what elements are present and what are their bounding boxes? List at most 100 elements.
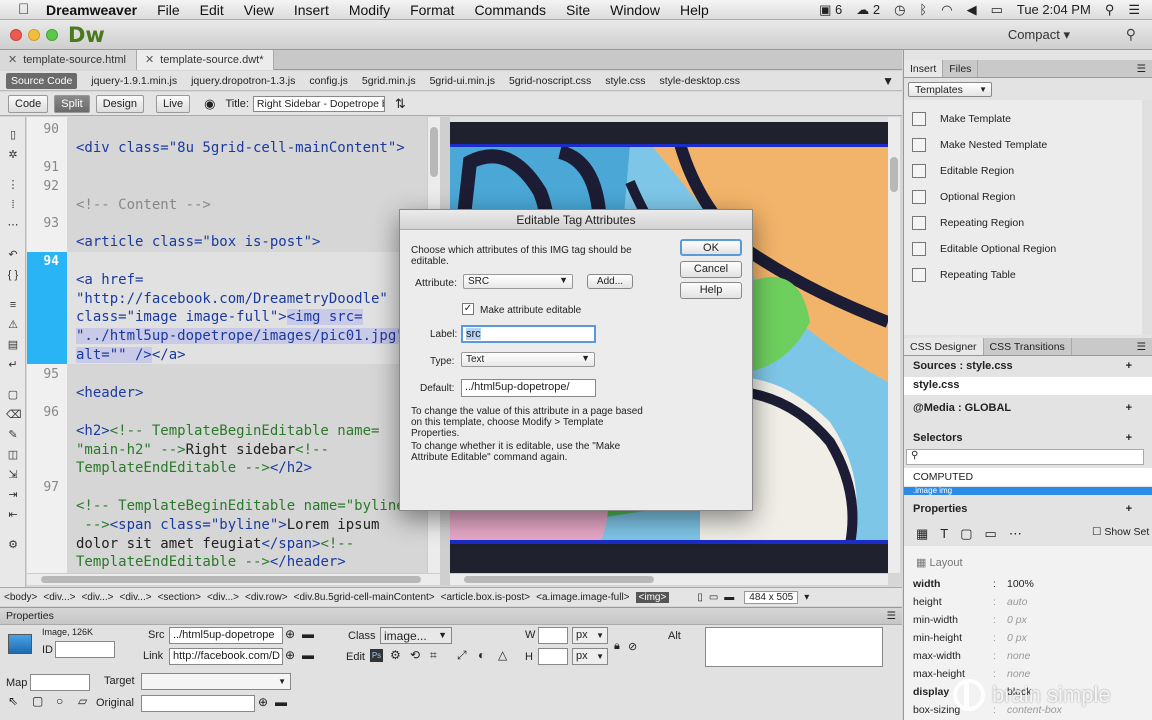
live-view-button[interactable]: Live — [155, 94, 191, 113]
insert-make-nested-template[interactable]: Make Nested Template — [912, 138, 1047, 152]
clock-text[interactable]: Tue 2:04 PM — [1017, 2, 1091, 17]
clock-icon[interactable]: ◷ — [894, 2, 905, 18]
add-source-icon[interactable]: + — [1126, 360, 1132, 372]
brightness-contrast-icon[interactable]: ◐ — [478, 648, 485, 662]
mobile-size-icon[interactable]: ▯ — [697, 592, 703, 603]
design-view-button[interactable]: Design — [95, 94, 144, 113]
cloud-icon[interactable]: ☁ 2 — [856, 2, 880, 18]
tag-selector-item[interactable]: <body> — [4, 592, 37, 603]
panel-menu-icon[interactable]: ☰ — [1131, 338, 1152, 355]
width-input[interactable] — [538, 627, 568, 644]
tablet-size-icon[interactable]: ▭ — [709, 592, 718, 603]
globe-icon[interactable]: ◉ — [204, 96, 215, 112]
menu-window[interactable]: Window — [610, 2, 660, 18]
more-icon[interactable]: ⋯ — [1009, 526, 1022, 542]
tag-selector-item[interactable]: <a.image.image-full> — [536, 592, 629, 603]
insert-repeating-region[interactable]: Repeating Region — [912, 216, 1024, 230]
panel-menu-icon[interactable]: ☰ — [1131, 60, 1152, 77]
menu-commands[interactable]: Commands — [474, 2, 546, 18]
bluetooth-icon[interactable]: ᛒ — [919, 2, 927, 17]
highlight-invalid-code-icon[interactable]: ⚠ — [6, 319, 20, 331]
menu-help[interactable]: Help — [680, 2, 709, 18]
border-icon[interactable]: ▢ — [960, 526, 972, 542]
menu-insert[interactable]: Insert — [294, 2, 329, 18]
code-view-button[interactable]: Code — [8, 94, 49, 113]
indent-code-icon[interactable]: ⇥ — [6, 489, 20, 501]
css-property-row[interactable]: max-width: none — [913, 647, 1143, 665]
add-selector-icon[interactable]: + — [1126, 432, 1132, 444]
css-property-row[interactable]: min-width:0 px — [913, 611, 1143, 629]
line-numbers-icon[interactable]: ≡ — [6, 299, 20, 311]
split-view-button[interactable]: Split — [54, 94, 90, 113]
scrollbar-thumb[interactable] — [41, 576, 421, 583]
menu-modify[interactable]: Modify — [349, 2, 390, 18]
outdent-code-icon[interactable]: ⇤ — [6, 509, 20, 521]
chevron-down-icon[interactable]: ▾ — [804, 592, 809, 603]
close-window-button[interactable] — [10, 29, 22, 41]
attribute-select[interactable]: SRC ▼ — [463, 274, 573, 289]
insert-category-select[interactable]: Templates ▼ — [908, 82, 992, 97]
insert-editable-optional-region[interactable]: Editable Optional Region — [912, 242, 1056, 256]
id-input[interactable] — [55, 641, 115, 658]
height-input[interactable] — [538, 648, 568, 665]
spotlight-icon[interactable]: ⚲ — [1105, 2, 1115, 18]
extras-icon[interactable]: ▣ 6 — [819, 2, 842, 18]
edit-image-settings-icon[interactable]: ⚙ — [390, 648, 401, 662]
related-file[interactable]: jquery-1.9.1.min.js — [91, 75, 177, 87]
related-file[interactable]: jquery.dropotron-1.3.js — [191, 75, 295, 87]
desktop-size-icon[interactable]: ▬ — [724, 592, 734, 603]
lock-icon[interactable]: 🔒︎ — [614, 640, 620, 653]
filter-icon[interactable]: ▼ — [882, 74, 894, 88]
text-icon[interactable]: T — [940, 526, 948, 542]
apple-icon[interactable]:  — [18, 2, 32, 17]
default-input[interactable]: ../html5up-dopetrope/ — [461, 379, 596, 397]
sharpen-icon[interactable]: △ — [498, 648, 507, 662]
recent-snippets-icon[interactable]: ◫ — [6, 449, 20, 461]
polygon-hotspot-icon[interactable]: ▱ — [78, 694, 87, 708]
point-to-file-icon[interactable]: ⊕ — [285, 648, 295, 662]
menu-file[interactable]: File — [157, 2, 180, 18]
battery-icon[interactable]: ▭ — [991, 2, 1003, 18]
panel-menu-icon[interactable]: ☰ — [887, 610, 896, 622]
insert-make-template[interactable]: Make Template — [912, 112, 1011, 126]
css-property-row[interactable]: height: auto — [913, 593, 1143, 611]
css-property-row[interactable]: width:100% — [913, 575, 1143, 593]
tag-selector-item[interactable]: <div...> — [120, 592, 152, 603]
photoshop-icon[interactable]: Ps — [370, 649, 383, 662]
update-from-original-icon[interactable]: ⟲ — [410, 648, 420, 662]
tag-selector-selected[interactable]: <img> — [635, 591, 670, 603]
circle-hotspot-icon[interactable]: ○ — [56, 694, 63, 708]
point-to-file-icon[interactable]: ⊕ — [258, 695, 268, 709]
tag-selector-item[interactable]: <div.8u.5grid-cell-mainContent> — [294, 592, 435, 603]
tag-selector-item[interactable]: <article.box.is-post> — [441, 592, 531, 603]
tag-selector-item[interactable]: <div.row> — [245, 592, 288, 603]
height-unit-select[interactable]: px ▼ — [572, 648, 608, 665]
related-file[interactable]: 5grid-noscript.css — [509, 75, 591, 87]
crop-icon[interactable]: ⌗ — [430, 648, 437, 663]
related-file[interactable]: 5grid.min.js — [362, 75, 416, 87]
add-attribute-button[interactable]: Add... — [587, 274, 633, 289]
source-item[interactable]: style.css — [904, 377, 1152, 395]
css-property-row[interactable]: min-height:0 px — [913, 629, 1143, 647]
scrollbar-thumb[interactable] — [464, 576, 654, 583]
show-set-checkbox[interactable]: ☐ Show Set — [1092, 526, 1149, 538]
reset-size-icon[interactable]: ⊘ — [628, 640, 637, 653]
add-property-icon[interactable]: + — [1126, 503, 1132, 515]
list-icon[interactable]: ☰ — [1128, 2, 1140, 18]
wifi-icon[interactable]: ◠ — [941, 2, 952, 18]
expand-all-icon[interactable]: ⋯ — [6, 219, 20, 231]
folder-icon[interactable]: ▬ — [275, 695, 287, 709]
document-title-input[interactable]: Right Sidebar - Dopetrope by — [252, 95, 385, 112]
menu-site[interactable]: Site — [566, 2, 590, 18]
src-input[interactable]: ../html5up-dopetrope — [169, 627, 283, 644]
tab-css-transitions[interactable]: CSS Transitions — [984, 338, 1072, 355]
type-select[interactable]: Text ▼ — [461, 352, 595, 367]
layout-icon[interactable]: ▦ — [916, 526, 928, 542]
alt-input[interactable] — [705, 627, 883, 667]
word-wrap-icon[interactable]: ↵ — [6, 359, 20, 371]
zoom-window-button[interactable] — [46, 29, 58, 41]
insert-repeating-table[interactable]: Repeating Table — [912, 268, 1016, 282]
design-vertical-scrollbar[interactable] — [888, 117, 900, 573]
tag-selector-item[interactable]: <section> — [158, 592, 201, 603]
tab-files[interactable]: Files — [943, 60, 979, 77]
